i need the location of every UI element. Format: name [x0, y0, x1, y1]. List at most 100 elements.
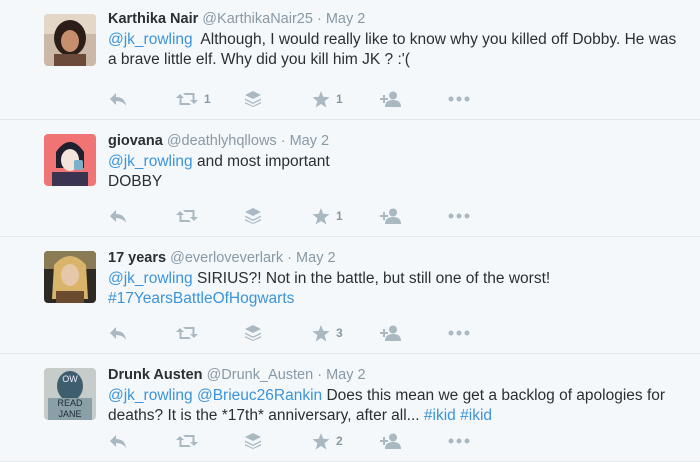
more-icon: [448, 438, 470, 444]
tweet-actions: 2: [108, 431, 516, 451]
stack-button[interactable]: [244, 325, 312, 341]
stack-icon: [245, 91, 261, 107]
favorite-button[interactable]: 1: [312, 90, 380, 108]
tweet-header: Drunk Austen @Drunk_Austen · May 2: [108, 366, 688, 384]
mention-link[interactable]: @Brieuc26Rankin: [197, 387, 322, 404]
tweet-body: Although, I would really like to know wh…: [108, 31, 681, 68]
fullname[interactable]: Karthika Nair: [108, 11, 198, 27]
avatar-text-line3: JANE: [58, 409, 81, 419]
retweet-icon: [176, 210, 198, 222]
avatar[interactable]: [44, 14, 96, 66]
tweet-header: 17 years @everloveverlark · May 2: [108, 249, 688, 267]
tweet-feed: Karthika Nair @KarthikaNair25 · May 2 @j…: [0, 0, 700, 462]
tweet-text: @jk_rowling Although, I would really lik…: [108, 30, 688, 70]
tweet-text: @jk_rowling @Brieuc26Rankin Does this me…: [108, 386, 688, 426]
follow-button[interactable]: [380, 433, 448, 449]
reply-button[interactable]: [108, 91, 176, 107]
tweet: Karthika Nair @KarthikaNair25 · May 2 @j…: [0, 0, 700, 120]
avatar[interactable]: [44, 134, 96, 186]
more-button[interactable]: [448, 438, 516, 444]
reply-button[interactable]: [108, 325, 176, 341]
star-icon: [312, 324, 330, 341]
stack-button[interactable]: [244, 208, 312, 224]
follow-icon: [380, 208, 401, 224]
reply-button[interactable]: [108, 433, 176, 449]
retweet-icon: [176, 435, 198, 447]
mention-link[interactable]: @jk_rowling: [108, 31, 193, 48]
follow-icon: [380, 91, 401, 107]
more-button[interactable]: [448, 96, 516, 102]
timestamp[interactable]: May 2: [326, 367, 366, 383]
reply-icon: [110, 93, 126, 106]
retweet-button[interactable]: 1: [176, 91, 244, 107]
tweet-text: @jk_rowling SIRIUS?! Not in the battle, …: [108, 269, 688, 309]
reply-icon: [110, 327, 126, 340]
hashtag-link[interactable]: #ikid: [460, 407, 492, 424]
more-button[interactable]: [448, 330, 516, 336]
follow-button[interactable]: [380, 325, 448, 341]
more-icon: [448, 96, 470, 102]
more-button[interactable]: [448, 213, 516, 219]
avatar[interactable]: [44, 251, 96, 303]
handle[interactable]: @everloveverlark: [170, 250, 283, 266]
separator: ·: [317, 367, 323, 383]
avatar[interactable]: OW READ JANE: [44, 368, 96, 420]
handle[interactable]: @Drunk_Austen: [207, 367, 314, 383]
tweet-header: Karthika Nair @KarthikaNair25 · May 2: [108, 10, 688, 28]
tweet: 17 years @everloveverlark · May 2 @jk_ro…: [0, 237, 700, 354]
tweet-body-line2: DOBBY: [108, 173, 163, 190]
stack-icon: [245, 433, 261, 449]
mention-link[interactable]: @jk_rowling: [108, 153, 193, 170]
tweet-text: @jk_rowling and most important DOBBY: [108, 152, 688, 192]
separator: ·: [287, 250, 293, 266]
star-icon: [312, 207, 330, 224]
tweet: giovana @deathlyhqllows · May 2 @jk_rowl…: [0, 120, 700, 237]
handle[interactable]: @deathlyhqllows: [167, 133, 277, 149]
retweet-icon: [176, 93, 198, 105]
retweet-button[interactable]: [176, 325, 244, 341]
favorite-count: 2: [336, 434, 343, 448]
favorite-button[interactable]: 2: [312, 432, 380, 450]
retweet-button[interactable]: [176, 208, 244, 224]
favorite-button[interactable]: 1: [312, 207, 380, 225]
stack-button[interactable]: [244, 433, 312, 449]
stack-icon: [245, 325, 261, 341]
reply-button[interactable]: [108, 208, 176, 224]
mention-link[interactable]: @jk_rowling: [108, 270, 193, 287]
more-icon: [448, 330, 470, 336]
retweet-button[interactable]: [176, 433, 244, 449]
tweet-actions: 1 1: [108, 89, 516, 109]
avatar-text-line2: READ: [57, 398, 83, 408]
timestamp[interactable]: May 2: [326, 11, 366, 27]
mention-link[interactable]: @jk_rowling: [108, 387, 193, 404]
star-icon: [312, 432, 330, 449]
tweet-actions: 1: [108, 206, 516, 226]
follow-button[interactable]: [380, 208, 448, 224]
tweet-header: giovana @deathlyhqllows · May 2: [108, 132, 688, 150]
hashtag-link[interactable]: #ikid: [424, 407, 456, 424]
tweet-body-line1: and most important: [192, 153, 330, 170]
follow-button[interactable]: [380, 91, 448, 107]
fullname[interactable]: Drunk Austen: [108, 367, 203, 383]
fullname[interactable]: 17 years: [108, 250, 166, 266]
follow-icon: [380, 325, 401, 341]
star-icon: [312, 90, 330, 107]
stack-icon: [245, 208, 261, 224]
reply-icon: [110, 210, 126, 223]
hashtag-link[interactable]: #17YearsBattleOfHogwarts: [108, 290, 294, 307]
stack-button[interactable]: [244, 91, 312, 107]
fullname[interactable]: giovana: [108, 133, 163, 149]
timestamp[interactable]: May 2: [290, 133, 330, 149]
timestamp[interactable]: May 2: [296, 250, 336, 266]
favorite-button[interactable]: 3: [312, 324, 380, 342]
retweet-count: 1: [204, 92, 211, 106]
favorite-count: 1: [336, 92, 343, 106]
separator: ·: [316, 11, 322, 27]
more-icon: [448, 213, 470, 219]
follow-icon: [380, 433, 401, 449]
tweet-body: SIRIUS?! Not in the battle, but still on…: [192, 270, 551, 287]
tweet-body: Does this mean we get a backlog of apolo…: [108, 387, 670, 424]
separator: ·: [280, 133, 286, 149]
handle[interactable]: @KarthikaNair25: [202, 11, 313, 27]
avatar-text-line1: OW: [62, 374, 78, 384]
